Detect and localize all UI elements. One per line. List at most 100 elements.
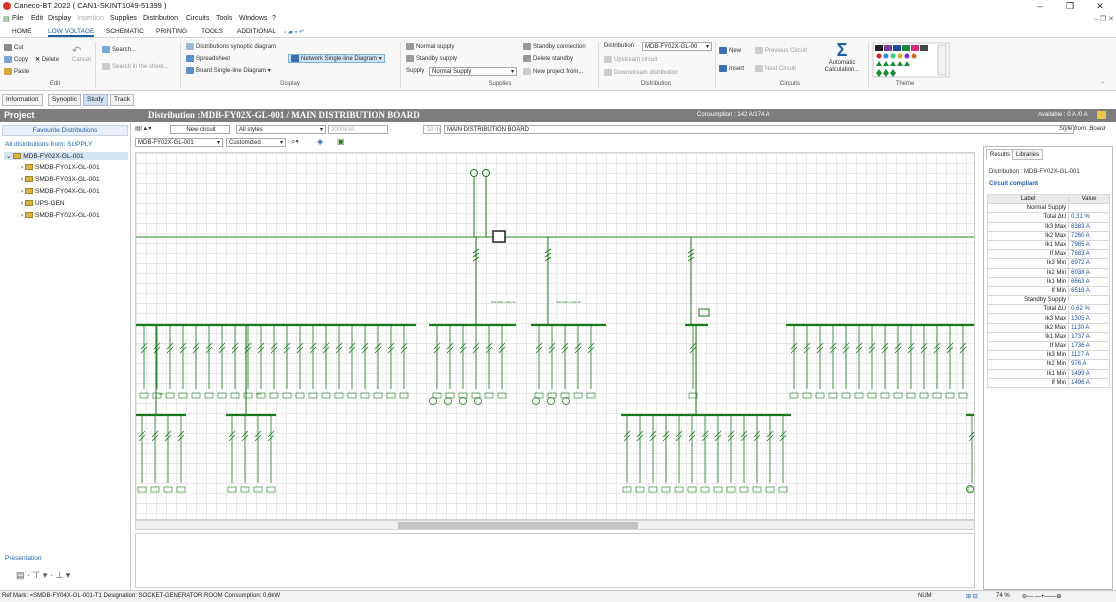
next-circuit-button[interactable]: Next Circuit — [755, 65, 796, 72]
cancel-button[interactable]: ↶ Cancel — [72, 44, 91, 63]
downstream-distribution-button[interactable]: Downstream distribution — [604, 69, 678, 76]
tree-item[interactable]: › SMDB-FY03X-GL-001 — [21, 176, 100, 183]
downstream-icon — [604, 69, 612, 76]
minimize-button[interactable]: – — [1025, 0, 1055, 12]
theme-gallery[interactable] — [872, 42, 950, 78]
menu-distribution[interactable]: Distribution — [143, 15, 178, 22]
board-single-line-button[interactable]: Board Single-line Diagram ▾ — [186, 67, 271, 74]
tree-item[interactable]: › SMDB-FY04X-GL-001 — [21, 188, 100, 195]
tab-results[interactable]: Results — [986, 149, 1015, 160]
tree-item[interactable]: › UPS-GEN — [21, 200, 65, 207]
menu-help[interactable]: ? — [272, 15, 276, 22]
view-mode-icons[interactable]: ⊞ ⊟ — [966, 593, 978, 600]
tab-printing[interactable]: PRINTING — [156, 28, 187, 35]
menu-edit[interactable]: Edit — [31, 15, 43, 22]
distribution-view-select[interactable]: MDB-FY02X-GL-001 ▾ — [135, 138, 223, 147]
power-field[interactable]: 2000kVA — [328, 125, 388, 134]
network-single-line-button[interactable]: Network Single-line Diagram ▾ — [288, 54, 385, 64]
supply-select[interactable]: Normal Supply ▾ — [429, 67, 517, 76]
tree-item[interactable]: › SMDB-FY02X-GL-001 — [21, 212, 100, 219]
new-circuit-button[interactable]: New — [719, 47, 741, 54]
board-name-field[interactable]: MAIN DISTRIBUTION BOARD — [444, 125, 1074, 134]
distribution-select[interactable]: MDB-FY02X-GL-00 ▾ — [642, 42, 712, 51]
tree-item[interactable]: › SMDB-FY01X-GL-001 — [21, 164, 100, 171]
palette-icon[interactable]: ◈ — [317, 137, 323, 146]
circuit-type-button[interactable]: ▤/▲▾ — [135, 125, 151, 132]
length-field[interactable]: 10 m — [423, 125, 441, 134]
scissors-icon — [4, 44, 12, 51]
result-value: 976 A — [1068, 359, 1110, 370]
upstream-circuit-button[interactable]: Upstream circuit — [604, 56, 657, 63]
zoom-slider[interactable]: ⊖—·—+——⊕ — [1022, 593, 1062, 600]
result-value: 7985 A — [1068, 239, 1110, 251]
delete-standby-button[interactable]: Delete standby — [523, 55, 573, 62]
single-line-diagram[interactable]: 10A 10A Sub-Main cable 4c Sub-Main cable 4c — [136, 153, 975, 520]
previous-circuit-button[interactable]: Previous Circuit — [755, 47, 807, 54]
tab-additional[interactable]: ADDITIONAL — [237, 28, 276, 35]
menu-display[interactable]: Display — [48, 15, 71, 22]
search-icon — [102, 46, 110, 53]
tab-information[interactable]: Information — [2, 94, 43, 106]
standby-supply-button[interactable]: Standby supply — [406, 55, 457, 62]
tab-study[interactable]: Study — [83, 94, 108, 106]
result-value: 0.62 % — [1068, 304, 1110, 315]
tree-root[interactable]: ⌄ MDB-FY02X-GL-001 — [4, 152, 128, 160]
new-project-from-button[interactable]: New project from... — [523, 68, 583, 75]
close-button[interactable]: ✕ — [1085, 0, 1115, 12]
next-icon — [755, 65, 763, 72]
results-row: Standby Supply — [986, 295, 1110, 306]
delete-button[interactable]: ✕ Delete — [35, 56, 59, 63]
app-icon — [3, 2, 11, 10]
tab-synoptic[interactable]: Synoptic — [48, 94, 81, 106]
normal-supply-button[interactable]: Normal supply — [406, 43, 454, 50]
menu-circuits[interactable]: Circuits — [186, 15, 209, 22]
tab-track[interactable]: Track — [110, 94, 135, 106]
selection-cursor — [492, 230, 506, 243]
automatic-calculation-button[interactable]: Σ Automatic Calculation... — [820, 40, 864, 74]
spreadsheet-button[interactable]: Spreadsheet — [186, 55, 230, 62]
results-row: If Min 1496 A — [986, 377, 1110, 388]
horizontal-scrollbar[interactable] — [135, 520, 975, 530]
menu-file[interactable]: File — [12, 15, 23, 22]
menu-supplies[interactable]: Supplies — [110, 15, 137, 22]
load-symbol — [373, 392, 383, 399]
menu-insertion[interactable]: Insertion — [77, 15, 104, 22]
tab-home[interactable]: HOME — [12, 28, 32, 35]
tab-tools[interactable]: TOOLS — [201, 28, 223, 35]
maximize-button[interactable]: ❐ — [1055, 0, 1085, 12]
new-circuit-icon — [719, 47, 727, 54]
export-icon[interactable]: ▣ — [337, 137, 345, 146]
tab-low-voltage[interactable]: LOW VOLTAGE — [48, 28, 95, 37]
result-value: 6038 A — [1068, 267, 1110, 278]
cut-button[interactable]: Cut — [4, 44, 23, 51]
standby-connection-button[interactable]: Standby connection — [523, 43, 586, 50]
folder-icon[interactable] — [1097, 111, 1106, 119]
load-circle — [459, 397, 467, 405]
zoom-search-icon[interactable]: ⌕▾ — [291, 137, 299, 147]
load-circle — [532, 397, 540, 405]
search-button[interactable]: Search... — [102, 46, 136, 53]
scroll-thumb[interactable] — [398, 522, 638, 529]
load-circle — [562, 397, 570, 405]
file-icon[interactable]: ▤ — [3, 15, 10, 23]
mdi-controls[interactable]: – ❐ ✕ — [1094, 15, 1114, 23]
new-circuit-field[interactable]: New circuit — [170, 125, 230, 134]
presentation-tools[interactable]: ▤ · ⊤ ▾ · ⊥ ▾ — [16, 570, 70, 581]
styles-select[interactable]: All styles ▾ — [236, 125, 326, 134]
copy-button[interactable]: Copy — [4, 56, 28, 63]
synoptic-button[interactable]: Distributions synoptic diagram — [186, 43, 276, 50]
network-diagram[interactable]: 10A 10A Sub-Main cable 4c Sub-Main cable 4c — [135, 152, 975, 520]
quick-access-icons[interactable]: ▫ ▰ ▪ ↶ — [284, 28, 304, 36]
tab-libraries[interactable]: Libraries — [1012, 149, 1044, 160]
customized-select[interactable]: Customized ▾ — [226, 138, 286, 147]
collapse-ribbon-icon[interactable]: ⌃ — [1100, 81, 1105, 88]
insert-circuit-button[interactable]: Insert — [719, 65, 744, 72]
favourite-distributions-tab[interactable]: Favourite Distributions — [2, 125, 128, 136]
results-row: Ik2 Max 7260 A — [986, 230, 1110, 241]
menu-tools[interactable]: Tools — [216, 15, 232, 22]
menu-windows[interactable]: Windows — [239, 15, 267, 22]
search-sheet-button[interactable]: Search in the sheet... — [102, 63, 169, 70]
tab-schematic[interactable]: SCHEMATIC — [106, 28, 144, 35]
load-symbol — [958, 392, 968, 399]
paste-button[interactable]: Paste — [4, 68, 29, 75]
